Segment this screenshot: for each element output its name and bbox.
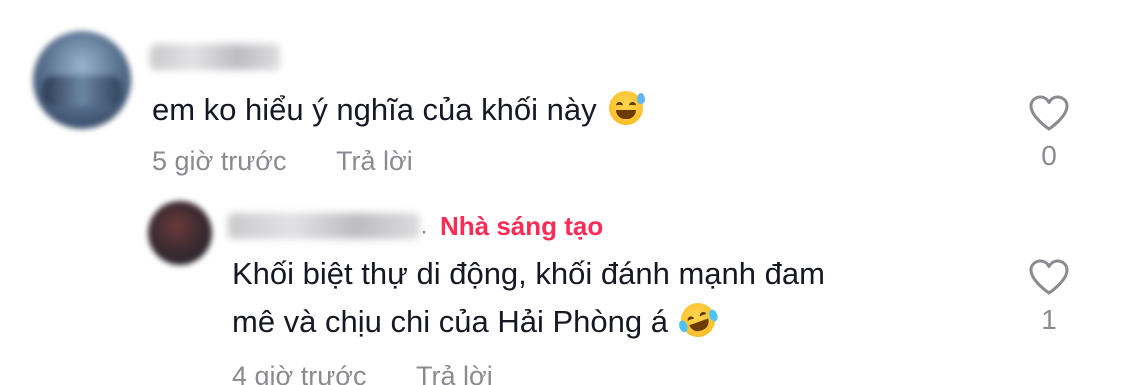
like-count: 1: [1041, 304, 1057, 335]
timestamp: 4 giờ trước: [232, 361, 367, 385]
comment-thread: em ko hiểu ý nghĩa của khối này 5 giờ tr…: [0, 0, 1128, 385]
reply-text: Khối biệt thự di động, khối đánh mạnh đa…: [232, 250, 825, 346]
reply-body-line-2-text: mê và chịu chi của Hải Phòng á: [232, 304, 668, 339]
comment-text: em ko hiểu ý nghĩa của khối này: [152, 86, 646, 134]
username-blurred[interactable]: [228, 213, 420, 239]
username-blurred[interactable]: [150, 44, 280, 70]
separator-dot: ·: [420, 218, 428, 245]
timestamp: 5 giờ trước: [152, 146, 287, 176]
like-control: 0: [1024, 94, 1074, 172]
avatar[interactable]: [33, 31, 131, 129]
comment-meta: 5 giờ trước Trả lời: [152, 146, 413, 177]
heart-icon[interactable]: [1028, 258, 1070, 296]
reply-meta: 4 giờ trước Trả lời: [232, 361, 493, 385]
like-control: 1: [1024, 258, 1074, 336]
comment-body: em ko hiểu ý nghĩa của khối này: [152, 92, 597, 127]
reply-button[interactable]: Trả lời: [416, 361, 493, 385]
avatar[interactable]: [148, 201, 212, 265]
reply-button[interactable]: Trả lời: [336, 146, 413, 176]
like-count: 0: [1041, 140, 1057, 171]
reply-body-line-2: mê và chịu chi của Hải Phòng á: [232, 298, 825, 346]
creator-badge: Nhà sáng tạo: [440, 211, 604, 241]
reply-body-line-1: Khối biệt thự di động, khối đánh mạnh đa…: [232, 256, 825, 291]
rolling-laughing-emoji-icon: [675, 298, 720, 342]
grinning-sweat-emoji-icon: [609, 91, 646, 125]
heart-icon[interactable]: [1028, 94, 1070, 132]
